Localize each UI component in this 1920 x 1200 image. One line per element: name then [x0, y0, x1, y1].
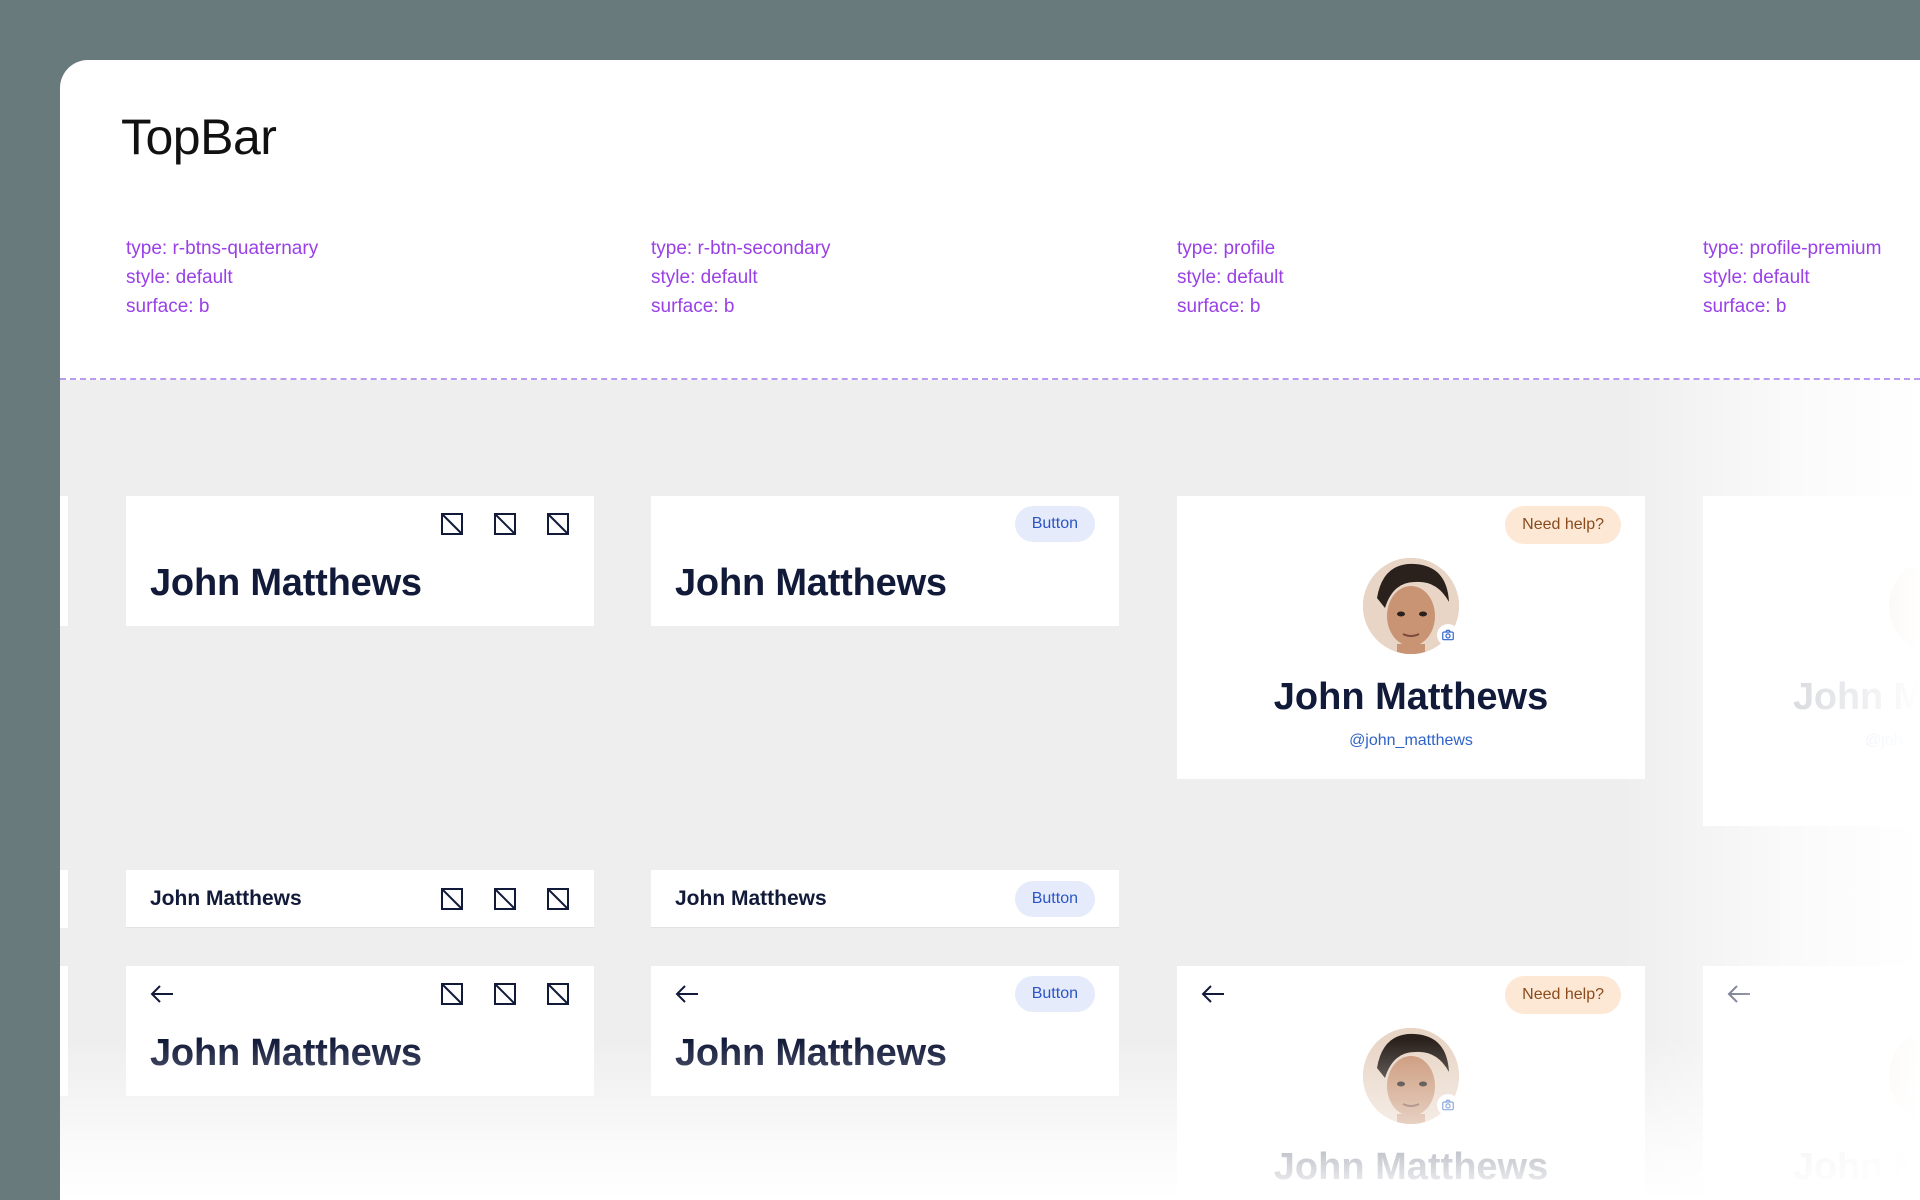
component-frame: TopBar type: r-btns-quaternary style: de…	[60, 60, 1920, 1200]
topbar-title: John Matthews	[150, 887, 302, 910]
placeholder-icon[interactable]	[440, 887, 464, 911]
placeholder-icon[interactable]	[493, 887, 517, 911]
profile-handle[interactable]: @john_matthews	[1177, 732, 1645, 750]
topbar-title: John Matthews	[675, 887, 827, 910]
meta-surface: surface: b	[1703, 296, 1787, 317]
meta-type: type: profile	[1177, 238, 1276, 259]
topbar-quaternary-back: John Matthews	[126, 966, 594, 1096]
placeholder-icon[interactable]	[493, 512, 517, 536]
profile-name: John M	[1793, 676, 1920, 718]
meta-surface: surface: b	[126, 296, 210, 317]
topbar-title: John Matthews	[150, 1032, 422, 1074]
topbar-title: John Matthews	[675, 1032, 947, 1074]
placeholder-icon[interactable]	[546, 982, 570, 1006]
meta-style: style: default	[126, 267, 233, 288]
clipped-card-stub	[60, 870, 68, 928]
clipped-card-stub	[60, 496, 68, 626]
page-title: TopBar	[121, 109, 277, 165]
variant-meta-quaternary: type: r-btns-quaternary style: default s…	[126, 234, 318, 321]
preview-canvas: John Matthews Button John Matthews Need …	[60, 380, 1920, 1200]
topbar-profile-back: Need help? John Matthews @john_matthews	[1177, 966, 1645, 1200]
profile-name: John Matthews	[1273, 1146, 1549, 1188]
variant-meta-profile-premium: type: profile-premium style: default sur…	[1703, 234, 1881, 321]
need-help-button[interactable]: Need help?	[1505, 976, 1621, 1014]
avatar[interactable]	[1889, 1028, 1920, 1124]
meta-style: style: default	[1703, 267, 1810, 288]
meta-type: type: r-btns-quaternary	[126, 238, 319, 259]
meta-style: style: default	[1177, 267, 1284, 288]
need-help-button[interactable]: Need help?	[1505, 506, 1621, 544]
topbar-secondary-compact: John Matthews Button	[651, 870, 1119, 928]
topbar-secondary-large: Button John Matthews	[651, 496, 1119, 626]
arrow-left-icon[interactable]	[1199, 982, 1227, 1006]
placeholder-icon[interactable]	[440, 512, 464, 536]
meta-type: type: r-btn-secondary	[651, 238, 831, 259]
arrow-left-icon[interactable]	[673, 982, 701, 1006]
secondary-button[interactable]: Button	[1014, 881, 1095, 917]
arrow-left-icon[interactable]	[148, 982, 176, 1006]
placeholder-icon[interactable]	[493, 982, 517, 1006]
placeholder-icon[interactable]	[440, 982, 464, 1006]
topbar-profile-premium-back: John M	[1703, 966, 1920, 1200]
secondary-button[interactable]: Button	[1014, 506, 1095, 542]
placeholder-icon[interactable]	[546, 512, 570, 536]
placeholder-icon[interactable]	[546, 887, 570, 911]
avatar[interactable]	[1889, 558, 1920, 654]
topbar-quaternary-large: John Matthews	[126, 496, 594, 626]
topbar-title: John Matthews	[150, 562, 422, 604]
secondary-button[interactable]: Button	[1014, 976, 1095, 1012]
topbar-profile: Need help? John Matthews @john_matthews	[1177, 496, 1645, 779]
action-icons	[440, 982, 570, 1006]
camera-icon[interactable]	[1437, 1094, 1459, 1116]
meta-style: style: default	[651, 267, 758, 288]
topbar-profile-premium: John M @joh	[1703, 496, 1920, 826]
variant-meta-secondary: type: r-btn-secondary style: default sur…	[651, 234, 831, 321]
action-icons	[440, 887, 570, 911]
meta-surface: surface: b	[651, 296, 735, 317]
variant-meta-profile: type: profile style: default surface: b	[1177, 234, 1284, 321]
meta-surface: surface: b	[1177, 296, 1261, 317]
arrow-left-icon[interactable]	[1725, 982, 1753, 1006]
action-icons	[440, 512, 570, 536]
topbar-title: John Matthews	[675, 562, 947, 604]
profile-name: John Matthews	[1273, 676, 1549, 718]
clipped-card-stub	[60, 966, 68, 1096]
topbar-secondary-back: Button John Matthews	[651, 966, 1119, 1096]
profile-handle[interactable]: @joh	[1865, 732, 1903, 750]
meta-type: type: profile-premium	[1703, 238, 1882, 259]
profile-name: John M	[1793, 1146, 1920, 1188]
camera-icon[interactable]	[1437, 624, 1459, 646]
topbar-quaternary-compact: John Matthews	[126, 870, 594, 928]
